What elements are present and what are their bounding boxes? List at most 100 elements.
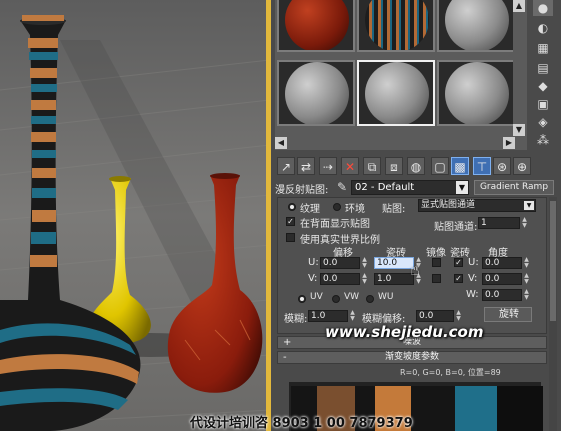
blur-field[interactable]: 1.0: [308, 310, 348, 322]
map-label: 漫反射贴图:: [275, 185, 329, 196]
put-to-library-icon[interactable]: ⧈: [385, 157, 403, 175]
sample-slot-4[interactable]: [277, 60, 355, 126]
blur-offset-spinner[interactable]: ▲ ▼: [455, 310, 462, 322]
make-preview-icon[interactable]: ▣: [533, 96, 553, 112]
background-icon[interactable]: ▦: [533, 40, 553, 56]
go-to-parent-icon[interactable]: ⊤: [473, 157, 491, 175]
wu-label: WU: [378, 292, 394, 302]
material-type-button[interactable]: Gradient Ramp: [474, 180, 554, 195]
sample-slot-6[interactable]: [437, 60, 515, 126]
gradient-band: [455, 386, 497, 431]
blur-spinner[interactable]: ▲ ▼: [349, 310, 356, 322]
sample-type-sphere-icon[interactable]: ●: [533, 0, 553, 16]
wu-radio[interactable]: [366, 295, 374, 303]
scroll-right-icon[interactable]: ▶: [503, 137, 515, 149]
sample-slot-1[interactable]: [277, 0, 355, 52]
real-world-checkbox[interactable]: [286, 233, 295, 242]
sample-slot-5[interactable]: [357, 60, 435, 126]
angle-v-label: V:: [468, 273, 478, 284]
uv-label: UV: [310, 292, 323, 302]
angle-u-spinner[interactable]: ▲ ▼: [523, 257, 530, 269]
tiling-u-field[interactable]: 10.0: [374, 257, 414, 269]
tile-v-checkbox[interactable]: ✓: [454, 274, 463, 283]
map-channel-spinner[interactable]: ▲ ▼: [521, 217, 528, 229]
scroll-up-icon[interactable]: ▲: [513, 0, 525, 12]
backlight-icon[interactable]: ◐: [533, 20, 553, 36]
material-toolbar: ↗ ⇄ ⇢ ✕ ⧉ ⧈ ◍ ▢ ▩ ⊤ ⊛ ⊕: [275, 155, 557, 177]
name-dropdown-icon[interactable]: ▼: [456, 181, 468, 194]
angle-v-field[interactable]: 0.0: [482, 273, 522, 285]
show-back-checkbox[interactable]: ✓: [286, 217, 295, 226]
footer-watermark: 代设计培训咨 8903 1 00 7879379: [190, 416, 413, 431]
mirror-u-checkbox[interactable]: [432, 258, 441, 267]
offset-v-spinner[interactable]: ▲ ▼: [361, 273, 368, 285]
video-color-check-icon[interactable]: ◆: [533, 78, 553, 94]
mapping-dropdown[interactable]: 显式贴图通道 ▼: [418, 199, 536, 212]
sample-sphere: [365, 62, 429, 124]
material-name-field[interactable]: 02 - Default: [351, 180, 469, 195]
go-forward-to-sibling-icon[interactable]: ⊛: [493, 157, 511, 175]
pick-material-icon[interactable]: ✎: [337, 180, 347, 194]
assign-to-selection-icon[interactable]: ⇢: [319, 157, 337, 175]
offset-u-spinner[interactable]: ▲ ▼: [361, 257, 368, 269]
hand-cursor-icon: ☝: [410, 260, 420, 279]
sample-sphere: [365, 0, 429, 50]
viewport-3d[interactable]: [0, 0, 270, 431]
expand-plus-icon: +: [283, 337, 292, 348]
mapping-value: 显式贴图通道: [421, 200, 476, 210]
tile-header: 瓷砖: [450, 248, 470, 259]
texture-radio[interactable]: [288, 203, 296, 211]
uv-tiling-icon[interactable]: ▤: [533, 60, 553, 76]
show-back-label: 在背面显示贴图: [300, 219, 370, 230]
tile-u-checkbox[interactable]: ✓: [454, 258, 463, 267]
options-icon[interactable]: ◈: [533, 114, 553, 130]
map-channel-field[interactable]: 1: [478, 217, 520, 229]
gradient-flag-info: R=0, G=0, B=0, 位置=89: [400, 368, 501, 377]
blur-label: 模糊:: [284, 314, 308, 325]
reset-map-icon[interactable]: ✕: [341, 157, 359, 175]
material-id-channel-icon[interactable]: ◍: [407, 157, 425, 175]
angle-v-spinner[interactable]: ▲ ▼: [523, 273, 530, 285]
make-unique-icon[interactable]: ⧉: [363, 157, 381, 175]
put-to-scene-icon[interactable]: ⇄: [297, 157, 315, 175]
sample-slot-2[interactable]: [357, 0, 435, 52]
rotate-button[interactable]: 旋转: [484, 307, 532, 322]
slots-vertical-scrollbar[interactable]: ▲ ▼: [513, 0, 526, 136]
gradient-params-rollout-header[interactable]: - 渐变坡度参数: [277, 351, 547, 364]
params-scrollbar[interactable]: [549, 197, 557, 431]
sample-slot-3[interactable]: [437, 0, 515, 52]
blur-offset-field[interactable]: 0.0: [416, 310, 454, 322]
vw-label: VW: [344, 292, 360, 302]
environ-label: 环境: [345, 204, 365, 215]
offset-u-field[interactable]: 0.0: [320, 257, 360, 269]
gradient-params-label: 渐变坡度参数: [384, 352, 439, 362]
show-end-result-icon[interactable]: ▩: [451, 157, 469, 175]
angle-w-field[interactable]: 0.0: [482, 289, 522, 301]
environ-radio[interactable]: [333, 203, 341, 211]
slots-horizontal-scrollbar[interactable]: ◀ ▶: [275, 136, 527, 150]
sample-sphere: [285, 0, 349, 50]
angle-w-spinner[interactable]: ▲ ▼: [523, 289, 530, 301]
mirror-v-checkbox[interactable]: [432, 274, 441, 283]
offset-v-field[interactable]: 0.0: [320, 273, 360, 285]
uv-radio[interactable]: [298, 295, 306, 303]
scroll-down-icon[interactable]: ▼: [513, 124, 525, 136]
v-label: V:: [308, 273, 318, 284]
tiling-v-field[interactable]: 1.0: [374, 273, 414, 285]
map-channel-label: 贴图通道:: [434, 222, 478, 233]
material-map-navigator-icon[interactable]: ⊕: [513, 157, 531, 175]
texture-label: 纹理: [300, 204, 320, 215]
sample-sphere: [285, 62, 349, 124]
watermark-url: www.shejiedu.com: [325, 323, 484, 341]
scroll-thumb[interactable]: [550, 201, 556, 321]
sample-sphere: [445, 0, 509, 50]
get-material-icon[interactable]: ↗: [277, 157, 295, 175]
vw-radio[interactable]: [332, 295, 340, 303]
scroll-left-icon[interactable]: ◀: [275, 137, 287, 149]
angle-u-field[interactable]: 0.0: [482, 257, 522, 269]
show-map-in-viewport-icon[interactable]: ▢: [431, 157, 449, 175]
mapping-label: 贴图:: [382, 204, 406, 215]
select-by-material-icon[interactable]: ⁂: [533, 132, 553, 148]
mirror-header: 镜像: [426, 248, 446, 259]
material-editor-panel: ▲ ▼ ◀ ▶ ● ◐ ▦ ▤ ◆ ▣ ◈ ⁂ ↗ ⇄ ⇢ ✕ ⧉ ⧈ ◍ ▢ …: [271, 0, 561, 431]
